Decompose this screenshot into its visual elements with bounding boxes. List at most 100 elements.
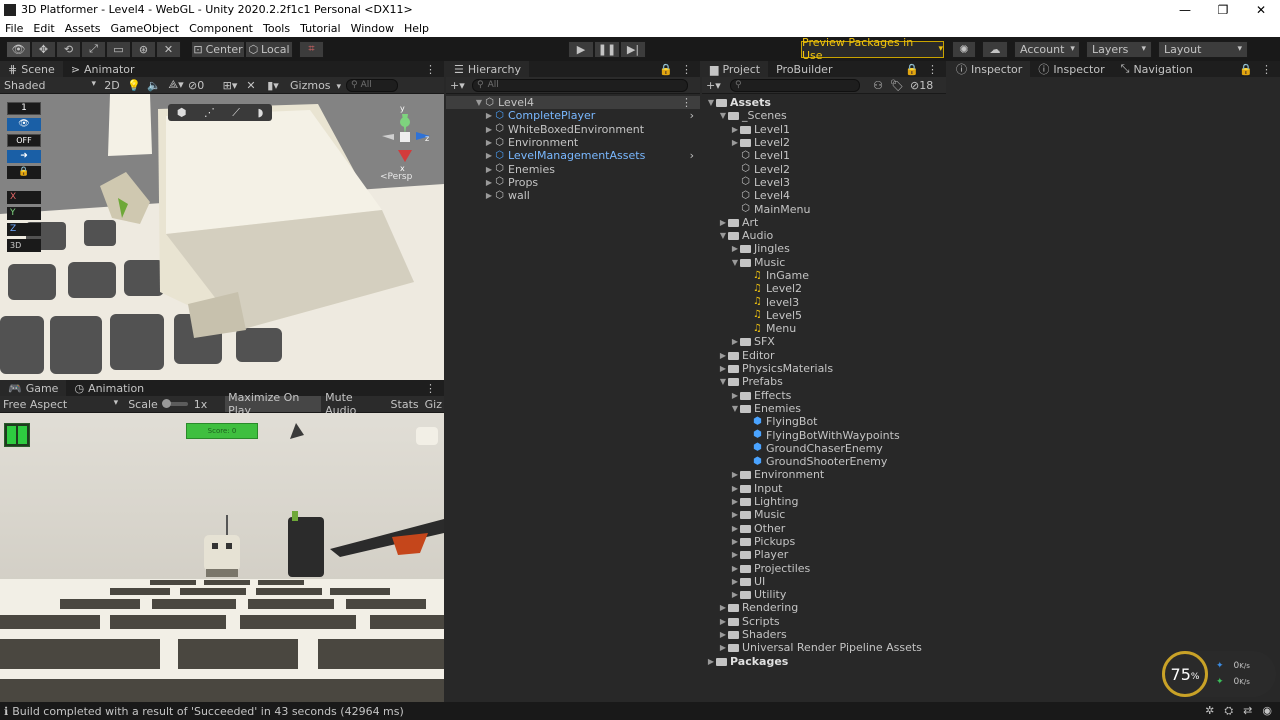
expand-triangle-icon[interactable]: ▶	[484, 191, 494, 200]
scale-slider-handle[interactable]	[161, 399, 171, 408]
collapse-triangle-icon[interactable]: ▶	[730, 484, 740, 493]
project-tree-item[interactable]: ⬢ GroundShooterEnemy	[702, 455, 946, 468]
stats-button[interactable]: Stats	[387, 398, 423, 411]
collapse-triangle-icon[interactable]: ▶	[730, 125, 740, 134]
cube-select-icon[interactable]: ⬢	[177, 106, 187, 119]
expand-triangle-icon[interactable]: ▶	[484, 151, 494, 160]
settings-icon[interactable]: ◉	[1262, 704, 1272, 718]
project-tree-item[interactable]: ⬡ Level4	[702, 189, 946, 202]
search-by-type-icon[interactable]: ⚇	[868, 79, 888, 92]
inspector-menu-icon[interactable]: ⋮	[1261, 63, 1272, 76]
collab-icon[interactable]: ✺	[952, 40, 976, 58]
menu-tools[interactable]: Tools	[258, 22, 295, 35]
search-by-label-icon[interactable]: 🏷	[888, 79, 906, 92]
collapse-triangle-icon[interactable]: ▶	[730, 550, 740, 559]
expand-triangle-icon[interactable]: ▶	[484, 178, 494, 187]
expand-triangle-icon[interactable]: ▼	[718, 231, 728, 240]
project-tree-item[interactable]: ▼ Assets	[702, 96, 946, 109]
project-tree-item[interactable]: ▶ Art	[702, 216, 946, 229]
project-menu-icon[interactable]: ⋮	[927, 63, 938, 76]
cloud-icon[interactable]: ☁	[982, 40, 1008, 58]
grid-toggle-icon[interactable]: ⊞▾	[218, 79, 242, 92]
tab-animator[interactable]: ⋗ Animator	[62, 61, 143, 77]
move-tool-icon[interactable]: ✥	[31, 40, 56, 58]
game-view[interactable]: Score: 0	[0, 413, 444, 702]
bug-icon[interactable]: ✲	[1205, 704, 1214, 718]
rotate-tool-icon[interactable]: ⟲	[56, 40, 81, 58]
project-tree-item[interactable]: ▶ Player	[702, 548, 946, 561]
prefab-open-icon[interactable]: ›	[690, 109, 700, 122]
expand-triangle-icon[interactable]: ▶	[484, 138, 494, 147]
project-tree-item[interactable]: ▶ Rendering	[702, 601, 946, 614]
project-search-input[interactable]: ⚲	[730, 78, 860, 92]
gizmos-dropdown[interactable]: Gizmos	[286, 79, 342, 92]
vertex-select-icon[interactable]: ⋰	[204, 106, 215, 119]
project-tree-item[interactable]: ▶ Editor	[702, 349, 946, 362]
project-tree-item[interactable]: ⬢ GroundChaserEnemy	[702, 442, 946, 455]
effects-toggle-icon[interactable]: ⟁▾	[164, 78, 188, 92]
rect-tool-icon[interactable]: ▭	[106, 40, 131, 58]
project-tree-item[interactable]: ⬡ MainMenu	[702, 202, 946, 216]
pivot-center-button[interactable]: ⊡ Center	[191, 40, 245, 58]
tab-scene[interactable]: ⋕ Scene	[0, 61, 63, 77]
tab-game[interactable]: 🎮 Game	[0, 380, 67, 396]
project-tree-item[interactable]: ▶ SFX	[702, 335, 946, 348]
visibility-eye-icon[interactable]: 👁	[7, 118, 41, 131]
menu-window[interactable]: Window	[346, 22, 399, 35]
pivot-local-button[interactable]: ⬡ Local	[245, 40, 293, 58]
project-tree-item[interactable]: ▶ Shaders	[702, 628, 946, 641]
edge-select-icon[interactable]: ⟋	[232, 106, 240, 120]
project-tree-item[interactable]: ⬡ Level1	[702, 149, 946, 162]
hierarchy-search-input[interactable]: ⚲ All	[472, 78, 688, 92]
row-menu-icon[interactable]: ⋮	[681, 96, 700, 109]
project-tree-item[interactable]: ▶ PhysicsMaterials	[702, 362, 946, 375]
expand-triangle-icon[interactable]: ▼	[474, 98, 484, 107]
hierarchy-item[interactable]: ▶ ⬡ LevelManagementAssets ›	[446, 149, 700, 162]
project-tree-item[interactable]: ⬢ FlyingBot	[702, 415, 946, 428]
project-tree-item[interactable]: ▶ Projectiles	[702, 561, 946, 575]
collapse-triangle-icon[interactable]: ▶	[718, 218, 728, 227]
axis-y-toggle[interactable]: Y	[7, 207, 41, 220]
custom-tool-icon[interactable]: ✕	[156, 40, 181, 58]
expand-triangle-icon[interactable]: ▶	[484, 111, 494, 120]
tools-toggle-icon[interactable]: ✕	[242, 79, 260, 92]
layer-1-button[interactable]: 1	[7, 102, 41, 115]
hierarchy-item[interactable]: ▶ ⬡ Props	[446, 176, 700, 189]
expand-triangle-icon[interactable]: ▼	[706, 98, 716, 107]
preview-packages-button[interactable]: Preview Packages in Use	[801, 36, 944, 62]
mode-3d-toggle[interactable]: 3D	[7, 239, 41, 252]
project-tree-item[interactable]: ▶ UI	[702, 575, 946, 588]
collapse-triangle-icon[interactable]: ▶	[730, 510, 740, 519]
project-tree-item[interactable]: ▶ Level1	[702, 123, 946, 136]
scene-view[interactable]: 1 👁 OFF ➜ 🔒 X Y Z 3D ⬢ ⋰ ⟋ ◗ y z x <Pers…	[0, 94, 444, 380]
tab-navigation[interactable]: ⤡ Navigation	[1112, 61, 1201, 77]
collapse-triangle-icon[interactable]: ▶	[718, 617, 728, 626]
maximize-on-play-button[interactable]: Maximize On Play	[225, 391, 322, 417]
lock-icon[interactable]: 🔒	[659, 63, 673, 76]
tab-probuilder[interactable]: ProBuilder	[768, 61, 841, 77]
collapse-triangle-icon[interactable]: ▶	[730, 590, 740, 599]
game-menu-icon[interactable]: ⋮	[425, 380, 444, 396]
collapse-triangle-icon[interactable]: ▶	[730, 537, 740, 546]
collapse-triangle-icon[interactable]: ▶	[706, 657, 716, 666]
project-tree-item[interactable]: ▼ Enemies	[702, 402, 946, 415]
project-tree-item[interactable]: ▶ Lighting	[702, 495, 946, 508]
shuffle-icon[interactable]: ⇄	[1243, 704, 1252, 718]
play-button[interactable]: ▶	[568, 40, 594, 58]
project-tree-item[interactable]: ▶ Music	[702, 508, 946, 521]
transform-tool-icon[interactable]: ⊛	[131, 40, 156, 58]
arrow-snap-icon[interactable]: ➜	[7, 150, 41, 163]
menu-gameobject[interactable]: GameObject	[106, 22, 185, 35]
step-button[interactable]: ▶|	[620, 40, 646, 58]
maximize-button[interactable]: ❐	[1204, 3, 1242, 17]
layout-dropdown[interactable]: Layout	[1158, 40, 1248, 58]
project-tree-item[interactable]: ▼ _Scenes	[702, 109, 946, 122]
project-tree-item[interactable]: ⬢ FlyingBotWithWaypoints	[702, 428, 946, 442]
project-tree-item[interactable]: ▶ Pickups	[702, 535, 946, 548]
expand-triangle-icon[interactable]: ▼	[730, 258, 740, 267]
collapse-triangle-icon[interactable]: ▶	[730, 391, 740, 400]
lock-icon[interactable]: 🔒	[905, 63, 919, 76]
lock-icon[interactable]: 🔒	[7, 166, 41, 179]
project-tree-item[interactable]: ▼ Prefabs	[702, 375, 946, 388]
collapse-triangle-icon[interactable]: ▶	[730, 138, 740, 147]
